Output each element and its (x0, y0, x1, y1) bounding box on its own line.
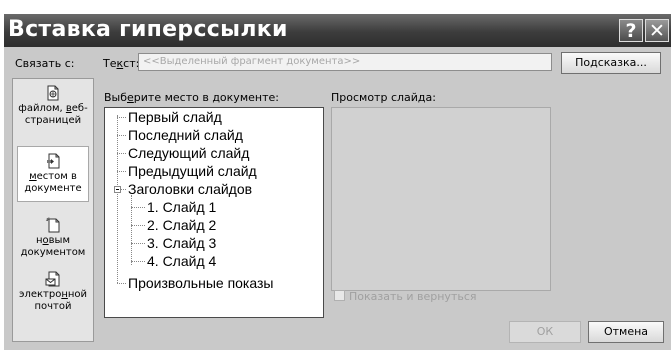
tree-connector (131, 261, 145, 262)
text-label-suffix: ст: (123, 57, 140, 70)
nav-place-line1: местом в (29, 171, 77, 182)
place-label: Выберите место в документе: (104, 91, 279, 104)
screentip-prefix: По (575, 56, 591, 69)
tree-item-last-slide[interactable]: Последний слайд (128, 127, 243, 143)
tree-connector (131, 195, 132, 265)
cancel-button[interactable]: Отмена (588, 321, 664, 343)
tree-item-slide-3[interactable]: 3. Слайд 3 (147, 235, 216, 251)
place-in-document-icon (47, 153, 60, 169)
screentip-suffix: сказка... (597, 56, 647, 69)
nav-existing-file-text: файлом, (18, 103, 66, 114)
close-icon: ✕ (649, 20, 665, 42)
nav-email-line2: почтой (34, 301, 72, 312)
nav-new-line1: новым (36, 235, 70, 246)
slide-preview-label: Просмотр слайда: (331, 91, 436, 104)
insert-hyperlink-dialog: Вставка гиперссылки ? ✕ Связать с: Текст… (4, 14, 671, 350)
dialog-title: Вставка гиперссылки (8, 17, 288, 42)
nav-existing-file-rest: еб- (71, 103, 88, 114)
tree-connector (131, 225, 145, 226)
show-and-return-checkbox[interactable] (334, 290, 345, 301)
screentip-accel: д (590, 56, 598, 69)
nav-email[interactable]: электронной почтой (17, 269, 89, 321)
title-bar[interactable]: Вставка гиперссылки ? ✕ (4, 14, 671, 47)
place-label-prefix: Выб (104, 91, 128, 104)
tree-connector (131, 243, 145, 244)
nav-place-accel: м (29, 171, 37, 182)
nav-new-rest: вым (48, 235, 70, 246)
tree-item-slide-2[interactable]: 2. Слайд 2 (147, 217, 216, 233)
help-icon: ? (625, 20, 637, 42)
tree-connector (117, 117, 126, 118)
place-label-suffix: рите место в документе: (133, 91, 279, 104)
place-label-accel: е (127, 91, 134, 104)
nav-existing-file[interactable]: файлом, веб- страницей (17, 83, 89, 135)
tree-connector (117, 115, 118, 283)
tree-item-slide-1[interactable]: 1. Слайд 1 (147, 199, 216, 215)
collapse-toggle-icon[interactable] (114, 186, 121, 193)
nav-place-in-document[interactable]: местом в документе (17, 146, 89, 202)
text-label-prefix: Те (103, 57, 117, 70)
link-to-panel: файлом, веб- страницей местом в документ… (12, 78, 94, 342)
tree-connector (131, 207, 145, 208)
tree-item-custom-shows[interactable]: Произвольные показы (128, 275, 273, 291)
tree-connector (117, 171, 126, 172)
tree-item-first-slide[interactable]: Первый слайд (128, 109, 222, 125)
new-document-icon (45, 217, 60, 233)
nav-email-rest: ной (67, 289, 88, 300)
link-to-label: Связать с: (15, 57, 75, 70)
nav-new-line2: документом (20, 247, 86, 258)
tree-connector (117, 283, 126, 284)
nav-place-line2: документе (24, 183, 82, 194)
nav-place-rest: естом в (36, 171, 77, 182)
email-icon (45, 271, 60, 287)
screentip-button[interactable]: Подсказка... (561, 52, 661, 74)
nav-new-document[interactable]: новым документом (17, 215, 89, 267)
nav-email-line1: электронной (19, 289, 87, 300)
existing-file-icon (47, 85, 59, 101)
nav-email-text: электро (18, 289, 62, 300)
close-button[interactable]: ✕ (645, 19, 669, 42)
show-and-return-label: Показать и вернуться (349, 290, 477, 303)
tree-item-slide-4[interactable]: 4. Слайд 4 (147, 253, 216, 269)
text-label: Текст: (103, 57, 139, 70)
document-places-tree[interactable]: Первый слайд Последний слайд Следующий с… (104, 107, 324, 318)
tree-item-next-slide[interactable]: Следующий слайд (128, 145, 249, 161)
tree-item-previous-slide[interactable]: Предыдущий слайд (128, 163, 257, 179)
tree-connector (117, 135, 126, 136)
help-button[interactable]: ? (619, 19, 643, 42)
tree-item-slide-titles[interactable]: Заголовки слайдов (128, 181, 252, 197)
display-text-input[interactable]: <<Выделенный фрагмент документа>> (138, 53, 552, 71)
tree-connector (121, 189, 126, 190)
nav-existing-file-line2: страницей (24, 115, 82, 126)
nav-existing-file-line1: файлом, веб- (18, 103, 87, 114)
ok-button[interactable]: ОК (509, 321, 581, 343)
tree-connector (117, 153, 126, 154)
slide-preview-pane (331, 107, 551, 291)
